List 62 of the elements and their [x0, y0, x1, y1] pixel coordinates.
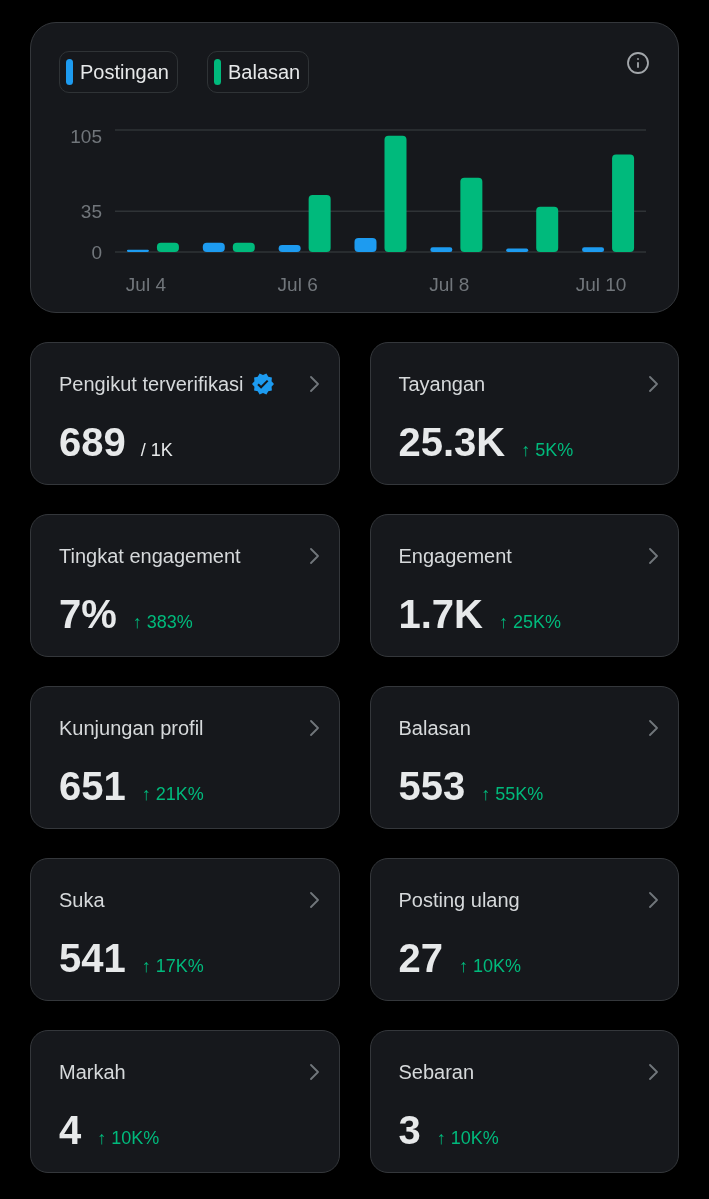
metric-change: ↑ 55K%: [481, 783, 544, 806]
chevron-right-icon: [309, 376, 319, 392]
metric-card[interactable]: Posting ulang 27 ↑ 10K%: [369, 858, 679, 1001]
metric-card[interactable]: Markah 4 ↑ 10K%: [30, 1030, 340, 1173]
metric-title: Pengikut terverifikasi: [59, 372, 244, 397]
chevron-right-icon: [309, 548, 319, 564]
metric-card[interactable]: Kunjungan profil 651 ↑ 21K%: [30, 686, 340, 829]
metric-title: Tayangan: [398, 372, 486, 397]
metric-value: 3: [398, 1107, 421, 1153]
metric-change: ↑ 5K%: [521, 439, 574, 462]
chevron-right-icon: [649, 1064, 658, 1080]
metric-value: 25.3K: [398, 419, 506, 465]
axis-label: 35: [80, 201, 102, 223]
metric-title: Balasan: [398, 716, 471, 741]
metric-change: ↑ 10K%: [97, 1127, 160, 1150]
chevron-right-icon: [649, 548, 658, 564]
metric-change: ↑ 10K%: [436, 1127, 499, 1150]
chevron-right-icon: [649, 376, 658, 392]
metric-value: 541: [59, 935, 126, 981]
metric-card[interactable]: Suka 541 ↑ 17K%: [30, 858, 340, 1001]
legend-label: Balasan: [227, 60, 301, 85]
metric-change: ↑ 383%: [132, 611, 193, 634]
metric-title: Kunjungan profil: [59, 716, 204, 741]
metric-title: Markah: [59, 1060, 126, 1085]
metric-value: 651: [59, 763, 126, 809]
info-icon[interactable]: [626, 51, 650, 75]
chevron-right-icon: [649, 720, 658, 736]
axis-label: Jul 8: [429, 274, 470, 295]
metric-title: Engagement: [398, 544, 512, 569]
metric-change: ↑ 25K%: [499, 611, 562, 634]
chevron-right-icon: [309, 720, 319, 736]
metric-value: 553: [398, 763, 466, 809]
metric-change: ↑ 21K%: [141, 783, 204, 806]
metric-title: Suka: [59, 888, 105, 913]
metric-card[interactable]: Sebaran 3 ↑ 10K%: [369, 1030, 679, 1173]
metric-card[interactable]: Pengikut terverifikasi 689 / 1K: [30, 342, 340, 485]
metric-card[interactable]: Engagement 1.7K ↑ 25K%: [369, 514, 679, 657]
legend-chip[interactable]: Postingan: [59, 51, 178, 93]
axis-label: Jul 4: [125, 274, 166, 295]
axis-label: 0: [91, 242, 102, 263]
legend-label: Postingan: [80, 60, 169, 85]
metric-value: 1.7K: [398, 591, 483, 637]
metric-title: Posting ulang: [398, 888, 520, 913]
metric-value: 7%: [59, 591, 117, 637]
metric-card[interactable]: Tayangan 25.3K ↑ 5K%: [369, 342, 679, 485]
metric-title: Sebaran: [398, 1060, 475, 1085]
metric-card[interactable]: Balasan 553 ↑ 55K%: [369, 686, 679, 829]
metric-change: ↑ 10K%: [459, 955, 522, 978]
axis-label: Jul 6: [277, 274, 318, 295]
metric-value: 27: [398, 935, 443, 981]
metric-title: Tingkat engagement: [59, 544, 241, 569]
metric-target: / 1K: [140, 439, 173, 462]
metric-value: 4: [59, 1107, 82, 1153]
chevron-right-icon: [309, 892, 319, 908]
axis-label: 105: [70, 126, 102, 147]
legend-chip[interactable]: Balasan: [206, 51, 310, 93]
chevron-right-icon: [309, 1064, 319, 1080]
metric-card[interactable]: Tingkat engagement 7% ↑ 383%: [30, 514, 340, 657]
metric-change: ↑ 17K%: [141, 955, 204, 978]
metric-value: 689: [59, 419, 126, 465]
axis-label: Jul 10: [575, 274, 627, 295]
chevron-right-icon: [649, 892, 658, 908]
